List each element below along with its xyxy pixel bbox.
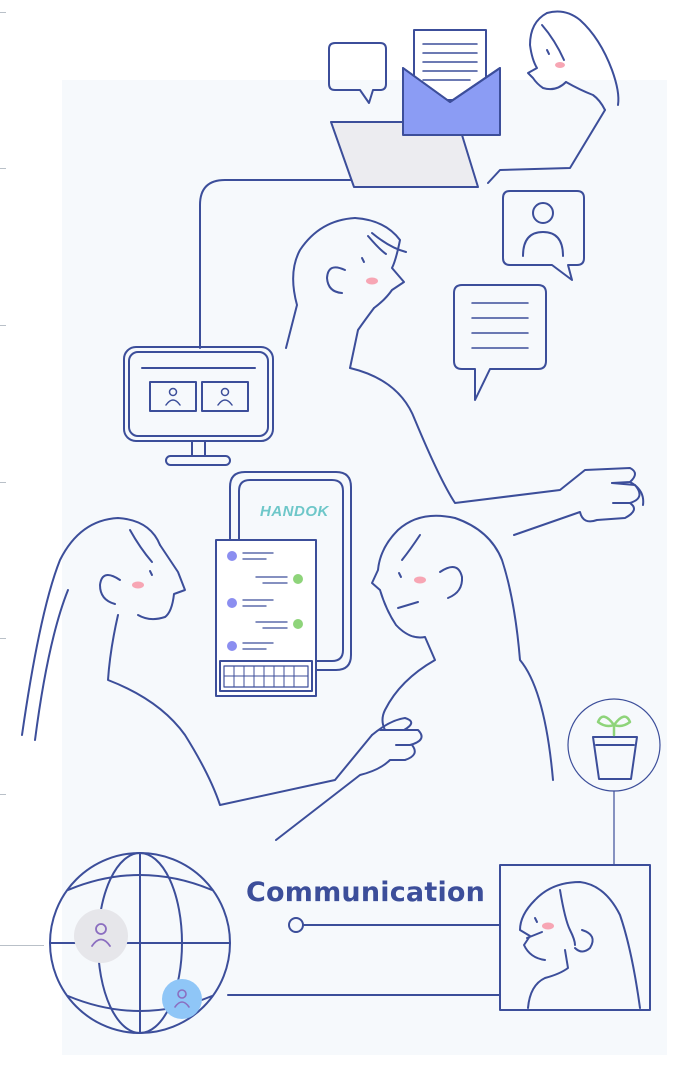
message-bubble-icon (453, 284, 547, 401)
connector-line (199, 179, 353, 349)
user-avatar-icon (162, 979, 202, 1019)
person-top-right (487, 10, 620, 184)
monitor-icon (123, 346, 274, 466)
person-middle (285, 217, 645, 536)
plant-icon (567, 698, 661, 866)
envelope-icon (402, 29, 501, 136)
portrait-frame (499, 864, 651, 1011)
communication-label: Communication (246, 877, 486, 908)
person-right (371, 514, 554, 781)
communication-illustration (21, 10, 661, 1034)
chat-screen (215, 539, 317, 697)
chat-bubble-icon (328, 42, 387, 104)
profile-card-icon (502, 190, 585, 281)
brand-logo: HANDOK (260, 503, 329, 520)
user-avatar-icon (74, 909, 128, 963)
